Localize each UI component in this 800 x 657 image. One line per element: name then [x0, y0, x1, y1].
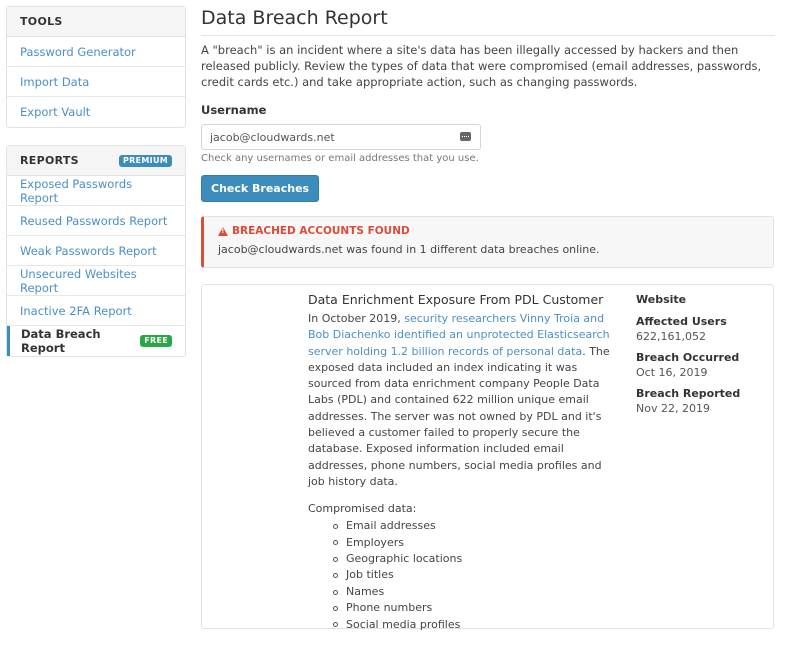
breach-reported-value: Nov 22, 2019: [636, 402, 710, 415]
breach-meta: Website Affected Users 622,161,052 Breac…: [636, 293, 766, 423]
list-item: Geographic locations: [333, 551, 618, 567]
alert-message: jacob@cloudwards.net was found in 1 diff…: [218, 243, 600, 256]
tools-panel-header: TOOLS: [7, 7, 185, 37]
list-item: Email addresses: [333, 518, 618, 534]
list-item: Job titles: [333, 567, 618, 583]
breach-description: In October 2019, security researchers Vi…: [308, 311, 618, 490]
sidebar-item-import-data[interactable]: Import Data: [7, 67, 185, 97]
sidebar-item-label: Data Breach Report: [21, 327, 101, 355]
username-input[interactable]: [202, 125, 480, 149]
breach-occurred-label: Breach Occurred: [636, 351, 740, 364]
sidebar-item-weak-passwords[interactable]: Weak Passwords Report: [7, 236, 185, 266]
list-item-text: Employers: [346, 535, 404, 549]
username-field-wrapper: [201, 124, 481, 150]
list-item-text: Names: [346, 584, 385, 598]
sidebar-item-label: Reused Passwords Report: [20, 213, 168, 228]
free-badge: FREE: [140, 335, 172, 347]
circle-bullet-icon: [333, 589, 338, 595]
circle-bullet-icon: [333, 556, 338, 562]
list-item-text: Email addresses: [346, 519, 436, 533]
check-breaches-button[interactable]: Check Breaches: [201, 175, 320, 202]
circle-bullet-icon: [333, 540, 338, 546]
sidebar-item-unsecured-websites[interactable]: Unsecured Websites Report: [7, 266, 185, 296]
reports-title: REPORTS: [20, 154, 79, 167]
affected-users-label: Affected Users: [636, 315, 727, 328]
breach-details: Data Enrichment Exposure From PDL Custom…: [308, 292, 618, 633]
sidebar-item-label: Inactive 2FA Report: [20, 303, 132, 318]
breach-occurred-value: Oct 16, 2019: [636, 366, 708, 379]
sidebar-item-label: Import Data: [20, 74, 90, 89]
circle-bullet-icon: [333, 606, 338, 611]
reports-panel: REPORTS PREMIUM Exposed Passwords Report…: [6, 145, 186, 357]
sidebar-item-exposed-passwords[interactable]: Exposed Passwords Report: [7, 176, 185, 206]
description-suffix: . The exposed data included an index ind…: [308, 344, 610, 488]
breach-reported-label: Breach Reported: [636, 387, 741, 400]
affected-users-value: 622,161,052: [636, 330, 706, 343]
main-content: Data Breach Report A "breach" is an inci…: [201, 0, 775, 631]
premium-badge: PREMIUM: [119, 154, 172, 167]
sidebar-item-data-breach[interactable]: Data Breach Report FREE: [7, 326, 185, 356]
sidebar-item-label: Unsecured Websites Report: [20, 266, 137, 295]
tools-title: TOOLS: [20, 15, 63, 28]
page-title: Data Breach Report: [201, 0, 775, 36]
alert-title-row: BREACHED ACCOUNTS FOUND: [218, 225, 773, 237]
compromised-label: Compromised data:: [308, 502, 417, 516]
sidebar-item-label: Exposed Passwords Report: [20, 176, 133, 205]
username-help-text: Check any usernames or email addresses t…: [201, 153, 479, 164]
circle-bullet-icon: [333, 523, 338, 529]
intro-text: A "breach" is an incident where a site's…: [201, 43, 762, 89]
sidebar-item-label: Password Generator: [20, 44, 136, 59]
sidebar-item-reused-passwords[interactable]: Reused Passwords Report: [7, 206, 185, 236]
username-label: Username: [201, 103, 267, 117]
list-item: Employers: [333, 535, 618, 551]
description-prefix: In October 2019,: [308, 312, 405, 325]
list-item-text: Geographic locations: [346, 552, 463, 566]
breach-title: Data Enrichment Exposure From PDL Custom…: [308, 292, 604, 307]
sidebar-item-export-vault[interactable]: Export Vault: [7, 97, 185, 127]
sidebar-item-label: Weak Passwords Report: [20, 243, 157, 258]
breach-card: Data Enrichment Exposure From PDL Custom…: [201, 284, 774, 631]
list-item-text: Job titles: [346, 568, 394, 582]
list-item-text: Social media profiles: [346, 617, 461, 631]
warning-icon: [218, 226, 228, 236]
list-item: Names: [333, 584, 618, 600]
reports-panel-header: REPORTS PREMIUM: [7, 146, 185, 176]
breach-alert: BREACHED ACCOUNTS FOUND jacob@cloudwards…: [201, 216, 774, 268]
password-manager-icon[interactable]: [460, 132, 471, 141]
list-item-text: Phone numbers: [346, 601, 433, 615]
sidebar-item-inactive-2fa[interactable]: Inactive 2FA Report: [7, 296, 185, 326]
alert-title: BREACHED ACCOUNTS FOUND: [232, 225, 410, 237]
list-item: Social media profiles: [333, 617, 618, 633]
list-item: Phone numbers: [333, 600, 618, 616]
tools-panel: TOOLS Password Generator Import Data Exp…: [6, 6, 186, 128]
sidebar-item-password-generator[interactable]: Password Generator: [7, 37, 185, 67]
circle-bullet-icon: [333, 573, 338, 579]
sidebar-item-label: Export Vault: [20, 105, 91, 119]
circle-bullet-icon: [333, 622, 338, 628]
website-label: Website: [636, 293, 687, 306]
compromised-list: Email addresses Employers Geographic loc…: [308, 518, 618, 633]
